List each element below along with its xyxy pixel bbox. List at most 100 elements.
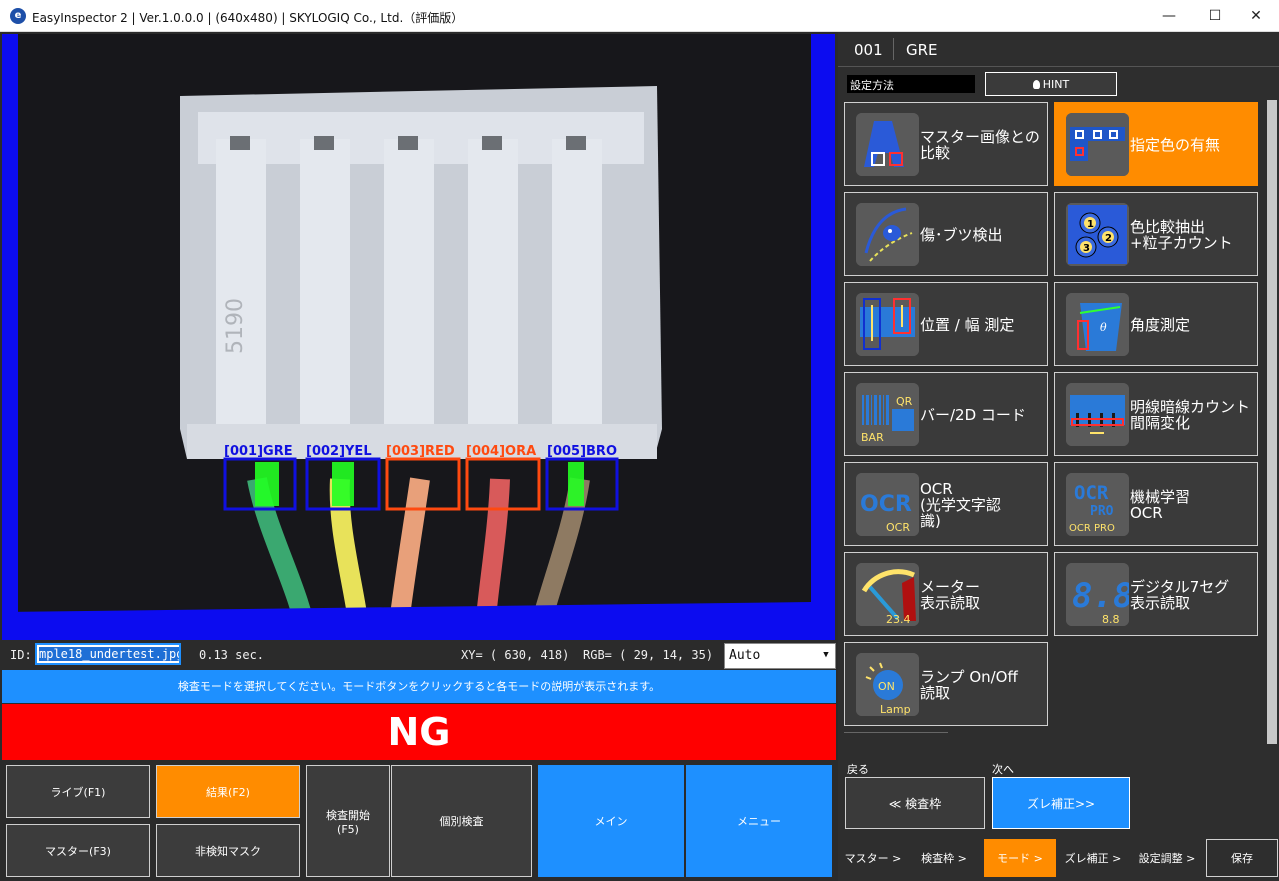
- image-id-field[interactable]: mple18_undertest.jpg: [35, 643, 181, 665]
- svg-text:3: 3: [1083, 243, 1090, 254]
- next-label: 次へ: [992, 763, 1014, 776]
- frame-number: 001: [854, 41, 883, 59]
- roi-label: [001]GRE: [224, 444, 293, 459]
- mode-seven-seg[interactable]: 8.8 8.8 デジタル7セグ 表示読取: [1054, 552, 1258, 636]
- mode-line-count[interactable]: 明線暗線カウント 間隔変化: [1054, 372, 1258, 456]
- result-button[interactable]: 結果(F2): [156, 765, 300, 818]
- color-presence-icon: [1066, 113, 1129, 176]
- roi-box-001[interactable]: [001]GRE: [223, 444, 297, 511]
- svg-text:23.4: 23.4: [886, 613, 911, 626]
- roi-box-005[interactable]: [005]BRO: [545, 444, 619, 511]
- menu-button[interactable]: メニュー: [686, 765, 832, 877]
- mode-ml-ocr[interactable]: OCR PRO OCR PRO 機械学習 OCR: [1054, 462, 1258, 546]
- connector-slot: [216, 139, 266, 429]
- svg-text:PRO: PRO: [1090, 504, 1114, 519]
- live-button[interactable]: ライブ(F1): [6, 765, 150, 818]
- mode-label: 角度測定: [1130, 316, 1191, 334]
- ocr-icon: OCR OCR: [856, 473, 919, 536]
- maximize-button[interactable]: ☐: [1192, 0, 1238, 32]
- mode-master-compare[interactable]: マスター画像との 比較: [844, 102, 1048, 186]
- mode-angle-measure[interactable]: θ 角度測定: [1054, 282, 1258, 366]
- start-inspection-button[interactable]: 検査開始 (F5): [306, 765, 390, 877]
- detected-color-fill: [568, 462, 584, 506]
- detected-color-fill: [255, 462, 279, 506]
- pin-hole: [398, 136, 418, 150]
- mode-label: 指定色の有無: [1130, 136, 1221, 154]
- individual-inspection-button[interactable]: 個別検査: [391, 765, 532, 877]
- connector-slot: [384, 139, 434, 429]
- mode-label: デジタル7セグ 表示読取: [1130, 578, 1230, 612]
- chevron-down-icon: ▼: [823, 650, 829, 660]
- connector-slot: [300, 139, 350, 429]
- mode-meter[interactable]: 23.4 メーター 表示読取: [844, 552, 1048, 636]
- svg-text:ON: ON: [878, 680, 895, 693]
- mode-lamp[interactable]: ON Lamp ランプ On/Off 読取: [844, 642, 1048, 726]
- step-frame[interactable]: 検査枠 >: [908, 839, 980, 877]
- hint-button[interactable]: HINT: [985, 72, 1117, 96]
- roi-label: [005]BRO: [547, 444, 617, 459]
- list-partial-item: [844, 732, 948, 744]
- app-logo-icon: e: [10, 8, 26, 24]
- step-mode[interactable]: モード >: [984, 839, 1056, 877]
- next-offset-button[interactable]: ズレ補正>>: [992, 777, 1130, 829]
- mode-particle-count[interactable]: 12 3 色比較抽出 +粒子カウント: [1054, 192, 1258, 276]
- svg-text:8.8: 8.8: [1072, 576, 1129, 616]
- svg-text:QR: QR: [896, 395, 913, 408]
- mask-edge-left: [2, 34, 18, 640]
- step-master[interactable]: マスター >: [838, 839, 908, 877]
- mask-edge-bottom: [2, 602, 811, 640]
- svg-text:8.8: 8.8: [1102, 613, 1120, 626]
- mode-position-width[interactable]: 位置 / 幅 測定: [844, 282, 1048, 366]
- meter-icon: 23.4: [856, 563, 919, 626]
- mode-color-presence[interactable]: 指定色の有無: [1054, 102, 1258, 186]
- master-button[interactable]: マスター(F3): [6, 824, 150, 877]
- svg-text:1: 1: [1087, 219, 1094, 230]
- save-button[interactable]: 保存: [1206, 839, 1278, 877]
- pin-hole: [230, 136, 250, 150]
- pin-hole: [314, 136, 334, 150]
- scratch-detect-icon: [856, 203, 919, 266]
- svg-text:θ: θ: [1100, 321, 1107, 334]
- mask-button[interactable]: 非検知マスク: [156, 824, 300, 877]
- id-label: ID:: [10, 648, 32, 662]
- mode-label: メーター 表示読取: [920, 578, 981, 612]
- mode-scratch-detect[interactable]: 傷･ブツ検出: [844, 192, 1048, 276]
- step-adjust[interactable]: 設定調整 >: [1128, 839, 1206, 877]
- mode-label: マスター画像との 比較: [920, 128, 1040, 162]
- line-count-icon: [1066, 383, 1129, 446]
- step-navigation: マスター > 検査枠 > モード > ズレ補正 > 設定調整 > 保存: [838, 834, 1279, 881]
- particle-count-icon: 12 3: [1066, 203, 1129, 266]
- mode-label: 色比較抽出 +粒子カウント: [1130, 218, 1233, 252]
- roi-box-002[interactable]: [002]YEL: [305, 444, 381, 511]
- roi-label: [003]RED: [386, 444, 455, 459]
- back-to-frame-button[interactable]: ≪ 検査枠: [845, 777, 985, 829]
- mask-edge-right: [811, 34, 835, 640]
- rgb-readout: RGB= ( 29, 14, 35): [583, 648, 714, 662]
- mode-barcode[interactable]: BAR QR バー/2D コード: [844, 372, 1048, 456]
- master-compare-icon: [856, 113, 919, 176]
- app-window: e EasyInspector 2 | Ver.1.0.0.0 | (640x4…: [0, 0, 1279, 881]
- mode-label: OCR (光学文字認 識): [920, 480, 1001, 530]
- mode-label: バー/2D コード: [920, 406, 1026, 424]
- minimize-button[interactable]: —: [1146, 0, 1192, 32]
- result-banner: NG: [2, 704, 836, 760]
- main-button[interactable]: メイン: [538, 765, 684, 877]
- step-offset[interactable]: ズレ補正 >: [1058, 839, 1128, 877]
- mode-label: 傷･ブツ検出: [920, 226, 1003, 244]
- camera-view[interactable]: 5190 [001]GRE [002]YEL [003]RED [004]ORA…: [2, 34, 811, 640]
- lamp-icon: ON Lamp: [856, 653, 919, 716]
- capture-mode-select[interactable]: Auto ▼: [724, 643, 836, 669]
- mode-label: 明線暗線カウント 間隔変化: [1130, 398, 1251, 432]
- instruction-bar: 検査モードを選択してください。モードボタンをクリックすると各モードの説明が表示さ…: [2, 670, 836, 703]
- svg-text:OCR: OCR: [860, 492, 912, 517]
- xy-readout: XY= ( 630, 418): [461, 648, 570, 662]
- hint-label: HINT: [1042, 77, 1070, 91]
- roi-label: [002]YEL: [306, 444, 372, 459]
- close-button[interactable]: ✕: [1233, 0, 1279, 32]
- inspection-panel: 5190 [001]GRE [002]YEL [003]RED [004]ORA…: [0, 32, 838, 881]
- mode-ocr[interactable]: OCR OCR OCR (光学文字認 識): [844, 462, 1048, 546]
- mode-list-scrollbar[interactable]: [1267, 100, 1277, 744]
- mode-label: ランプ On/Off 読取: [920, 668, 1018, 702]
- roi-label: [004]ORA: [466, 444, 536, 459]
- settings-panel: 001 GRE 設定方法 HINT マスター画像との 比較 指定色の有無 傷･ブ…: [838, 32, 1279, 881]
